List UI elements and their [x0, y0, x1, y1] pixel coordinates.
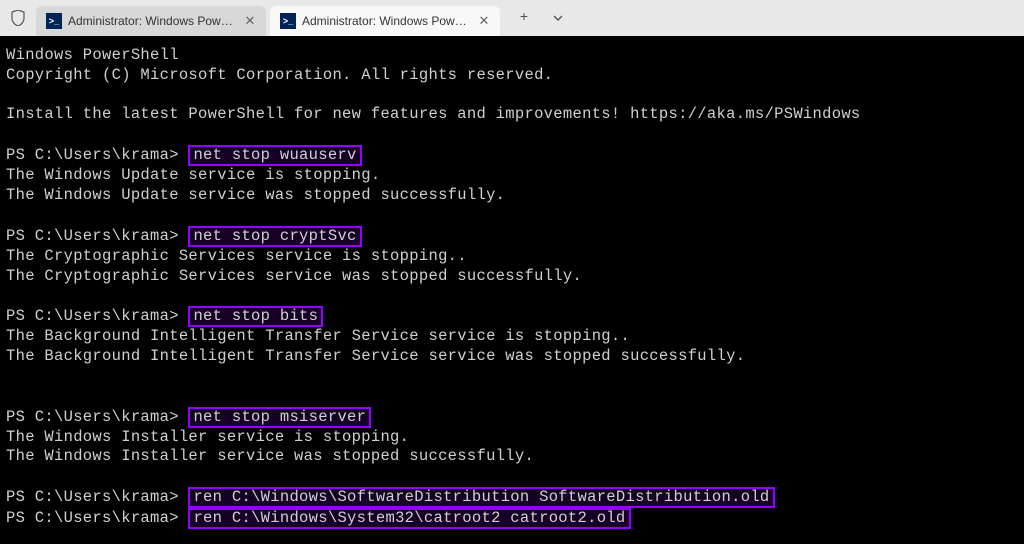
prompt-line: PS C:\Users\krama> ren C:\Windows\Softwa…	[6, 487, 1018, 508]
tab-title: Administrator: Windows Powe…	[302, 14, 470, 28]
header-line: Windows PowerShell	[6, 46, 1018, 66]
highlighted-command: net stop cryptSvc	[188, 226, 361, 247]
output-line: The Windows Installer service is stoppin…	[6, 428, 1018, 448]
output-line: The Cryptographic Services service was s…	[6, 267, 1018, 287]
copyright-line: Copyright (C) Microsoft Corporation. All…	[6, 66, 1018, 86]
tab-controls: +	[510, 4, 572, 32]
tab-title: Administrator: Windows Powe…	[68, 14, 236, 28]
highlighted-command: ren C:\Windows\SoftwareDistribution Soft…	[188, 487, 774, 508]
prompt-line: PS C:\Users\krama> net stop cryptSvc	[6, 226, 1018, 247]
prompt-line: PS C:\Users\krama> ren C:\Windows\System…	[6, 508, 1018, 529]
install-line: Install the latest PowerShell for new fe…	[6, 105, 1018, 125]
tab-dropdown-button[interactable]	[544, 4, 572, 32]
output-line: The Windows Update service was stopped s…	[6, 186, 1018, 206]
powershell-icon: >_	[280, 13, 296, 29]
highlighted-command: ren C:\Windows\System32\catroot2 catroot…	[188, 508, 630, 529]
close-icon[interactable]: ✕	[242, 13, 258, 29]
output-line: The Windows Update service is stopping.	[6, 166, 1018, 186]
output-line: The Background Intelligent Transfer Serv…	[6, 347, 1018, 367]
highlighted-command: net stop bits	[188, 306, 323, 327]
prompt-line: PS C:\Users\krama> net stop msiserver	[6, 407, 1018, 428]
shield-icon	[10, 10, 26, 26]
tab-bar: >_ Administrator: Windows Powe… ✕ >_ Adm…	[0, 0, 1024, 36]
prompt-line: PS C:\Users\krama> net stop wuauserv	[6, 145, 1018, 166]
new-tab-button[interactable]: +	[510, 4, 538, 32]
tab-active[interactable]: >_ Administrator: Windows Powe… ✕	[270, 6, 500, 36]
close-icon[interactable]: ✕	[476, 13, 492, 29]
highlighted-command: net stop msiserver	[188, 407, 371, 428]
tab-inactive[interactable]: >_ Administrator: Windows Powe… ✕	[36, 6, 266, 36]
prompt-line: PS C:\Users\krama> net stop bits	[6, 306, 1018, 327]
output-line: The Windows Installer service was stoppe…	[6, 447, 1018, 467]
output-line: The Cryptographic Services service is st…	[6, 247, 1018, 267]
terminal-content[interactable]: Windows PowerShellCopyright (C) Microsof…	[0, 36, 1024, 539]
highlighted-command: net stop wuauserv	[188, 145, 361, 166]
powershell-icon: >_	[46, 13, 62, 29]
output-line: The Background Intelligent Transfer Serv…	[6, 327, 1018, 347]
